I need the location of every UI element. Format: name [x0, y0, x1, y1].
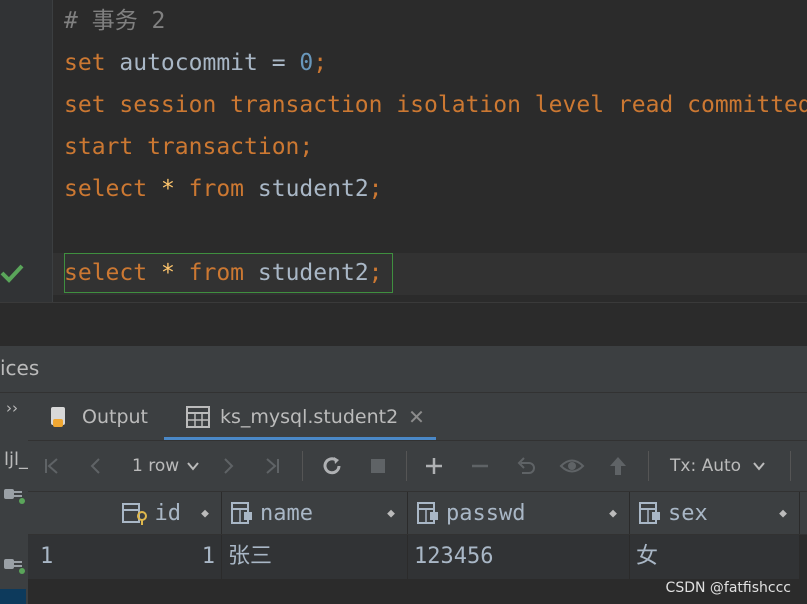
grid-header: id ◆ name ◆ passwd ◆ sex ◆ [28, 492, 807, 535]
column-header-name[interactable]: name ◆ [222, 492, 408, 534]
sort-icon[interactable]: ◆ [387, 506, 395, 521]
code-token: * [160, 260, 189, 286]
code-token: set [64, 50, 120, 76]
stop-icon[interactable] [362, 441, 394, 491]
first-page-icon[interactable] [36, 441, 68, 491]
cell-sex[interactable]: 女 [630, 535, 800, 579]
row-number[interactable]: 1 [28, 535, 72, 579]
selected-node-highlight [0, 589, 26, 604]
next-page-icon[interactable] [212, 441, 244, 491]
toolbar-separator [790, 451, 791, 481]
submit-icon[interactable] [602, 441, 634, 491]
row-count-dropdown[interactable]: 1 row [132, 441, 201, 491]
services-panel-header: ices [0, 346, 807, 393]
code-token: from [188, 176, 258, 202]
code-token: set session transaction isolation level … [64, 92, 807, 118]
delete-row-icon[interactable] [464, 441, 496, 491]
toolbar-separator [302, 451, 303, 481]
code-token: * [160, 176, 189, 202]
column-header-label: name [260, 500, 313, 526]
close-tab-icon[interactable]: ✕ [408, 405, 425, 429]
code-line[interactable] [64, 210, 807, 252]
column-icon [639, 502, 660, 524]
db-connection-icon[interactable] [2, 551, 26, 575]
services-title: ices [0, 356, 40, 380]
revert-icon[interactable] [510, 441, 542, 491]
transaction-mode-label: Tx: Auto [670, 456, 742, 476]
primary-key-column-icon [121, 503, 147, 525]
toolbar-separator [406, 451, 407, 481]
cell-id[interactable]: 1 [72, 535, 222, 579]
code-line[interactable]: # 事务 2 [64, 0, 807, 42]
transaction-mode-dropdown[interactable]: Tx: Auto [670, 441, 767, 491]
column-header-sex[interactable]: sex ◆ [630, 492, 800, 534]
editor-bottom-area [0, 302, 807, 347]
column-header-label: sex [668, 500, 708, 526]
active-tab-indicator [164, 437, 436, 440]
cell-passwd[interactable]: 123456 [408, 535, 630, 579]
refresh-icon[interactable] [316, 441, 348, 491]
result-toolbar: 1 row Tx: Auto [28, 441, 807, 492]
code-line[interactable]: select * from student2; [64, 168, 807, 210]
code-line[interactable]: select * from student2; [64, 252, 807, 294]
code-token: from [188, 260, 258, 286]
result-tabs: Output ks_mysql.student2 ✕ [28, 393, 807, 441]
chevron-down-icon [187, 462, 199, 471]
table-row[interactable]: 1 1 张三 123456 女 [28, 535, 807, 579]
column-header-id[interactable]: id ◆ [72, 492, 222, 534]
code-area[interactable]: # 事务 2 set autocommit = 0; set session tra… [64, 0, 807, 294]
tab-result-label: ks_mysql.student2 [220, 405, 399, 428]
sort-icon[interactable]: ◆ [779, 506, 787, 521]
editor-gutter [0, 0, 53, 302]
code-token: student2 [257, 260, 369, 286]
chevron-down-icon [753, 462, 765, 471]
tab-result-student2[interactable]: ks_mysql.student2 ✕ [186, 393, 425, 440]
column-header-passwd[interactable]: passwd ◆ [408, 492, 630, 534]
column-icon [231, 502, 252, 524]
tree-node-label[interactable]: ljl_ [4, 449, 28, 470]
watermark: CSDN @fatfishccc [665, 580, 791, 596]
code-line[interactable]: set autocommit = 0; [64, 42, 807, 84]
code-token: ; [368, 176, 383, 202]
expand-chevron-icon[interactable]: ›› [6, 399, 18, 417]
column-header-label: passwd [446, 500, 526, 526]
code-line[interactable]: start transaction; [64, 126, 807, 168]
table-icon [186, 405, 210, 428]
code-token: student2 [257, 176, 369, 202]
output-icon [51, 406, 65, 427]
preview-icon[interactable] [556, 441, 588, 491]
code-token: # 事务 2 [64, 8, 166, 34]
sort-icon[interactable]: ◆ [609, 506, 617, 521]
column-header-label: id [154, 500, 182, 526]
cell-name[interactable]: 张三 [222, 535, 408, 579]
code-token: ; [313, 50, 328, 76]
code-token: autocommit = [119, 50, 300, 76]
toolbar-separator [648, 451, 649, 481]
prev-page-icon[interactable] [80, 441, 112, 491]
code-token: ; [368, 260, 383, 286]
code-token: start transaction; [64, 134, 314, 160]
tab-output-label: Output [82, 405, 148, 428]
last-page-icon[interactable] [256, 441, 288, 491]
code-token: 0 [299, 50, 314, 76]
tab-output[interactable]: Output [48, 393, 148, 440]
executed-check-icon [0, 264, 24, 283]
row-count-label: 1 row [132, 456, 180, 476]
add-row-icon[interactable] [418, 441, 450, 491]
sort-icon[interactable]: ◆ [201, 506, 209, 521]
sql-editor[interactable]: # 事务 2 set autocommit = 0; set session tra… [0, 0, 807, 302]
code-token: select [64, 176, 161, 202]
code-token: select [64, 260, 161, 286]
db-connection-icon[interactable] [2, 481, 26, 505]
code-line[interactable]: set session transaction isolation level … [64, 84, 807, 126]
services-tree: ›› ljl_ [0, 393, 29, 604]
column-icon [417, 502, 438, 524]
